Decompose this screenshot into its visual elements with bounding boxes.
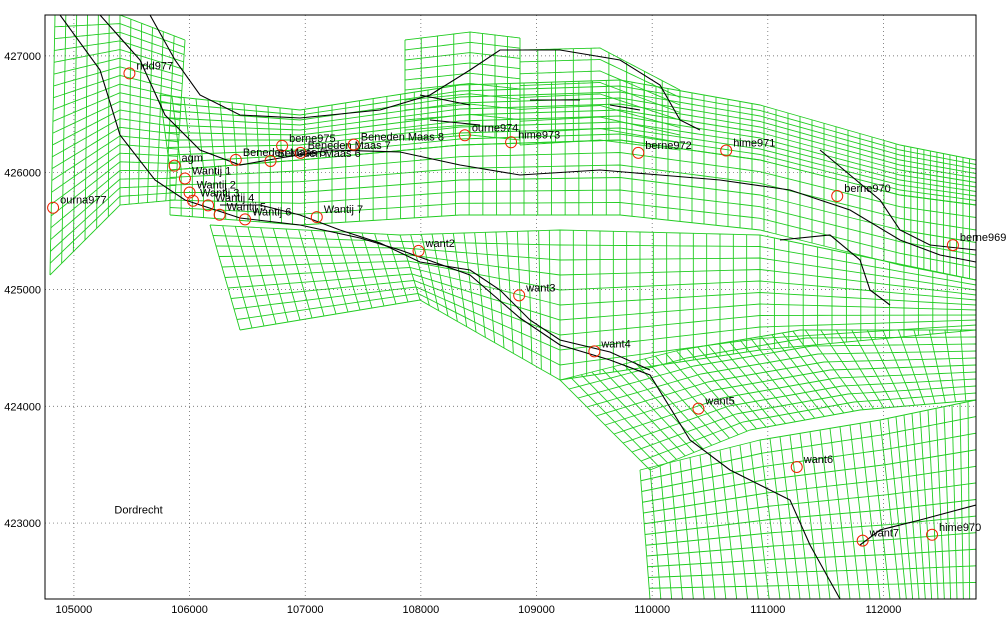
y-tick-labels: 423000 424000 425000 426000 427000 <box>4 51 41 530</box>
station-label: want2 <box>425 238 455 250</box>
station-label: ourne974 <box>472 122 519 134</box>
station-label: berne972 <box>645 140 692 152</box>
station-label: want4 <box>600 338 630 350</box>
y-tick-label: 425000 <box>4 284 41 296</box>
station-label: agm <box>182 153 203 165</box>
station-label: want3 <box>525 282 555 294</box>
x-tick-label: 106000 <box>171 604 208 616</box>
region-label-dordrecht: Dordrecht <box>114 505 162 517</box>
y-tick-label: 427000 <box>4 51 41 63</box>
x-tick-label: 112000 <box>866 604 902 616</box>
station-label: berne975 <box>289 133 336 145</box>
map-plot: ridd977ourna977agmWantij 1Wantij 2Wantij… <box>4 14 1007 616</box>
station-label: berne970 <box>844 183 891 195</box>
station-label: Wantij 1 <box>192 166 231 178</box>
x-tick-label: 109000 <box>518 604 555 616</box>
y-tick-label: 423000 <box>4 518 41 530</box>
station-label: Beneden Maas 8 <box>361 132 444 144</box>
x-tick-label: 107000 <box>287 604 324 616</box>
station-label: want5 <box>704 396 734 408</box>
station-label: hime970 <box>939 522 981 534</box>
station-label: hime973 <box>518 129 560 141</box>
station-label: Wantij 6 <box>252 206 291 218</box>
station-label: berne969 <box>960 232 1007 244</box>
x-tick-label: 105000 <box>56 604 93 616</box>
y-tick-label: 426000 <box>4 168 41 180</box>
station-label: ridd977 <box>136 60 173 72</box>
x-tick-labels: 105000 106000 107000 108000 109000 110000 1110… <box>56 604 902 616</box>
station-label: want7 <box>869 528 899 540</box>
station-label: want6 <box>803 454 833 466</box>
station-label: Wantij 7 <box>324 204 363 216</box>
x-tick-label: 111000 <box>750 604 785 616</box>
x-tick-label: 110000 <box>634 604 670 616</box>
x-tick-label: 108000 <box>403 604 440 616</box>
station-label: ourna977 <box>60 195 107 207</box>
station-label: hime971 <box>733 137 775 149</box>
y-tick-label: 424000 <box>4 401 41 413</box>
